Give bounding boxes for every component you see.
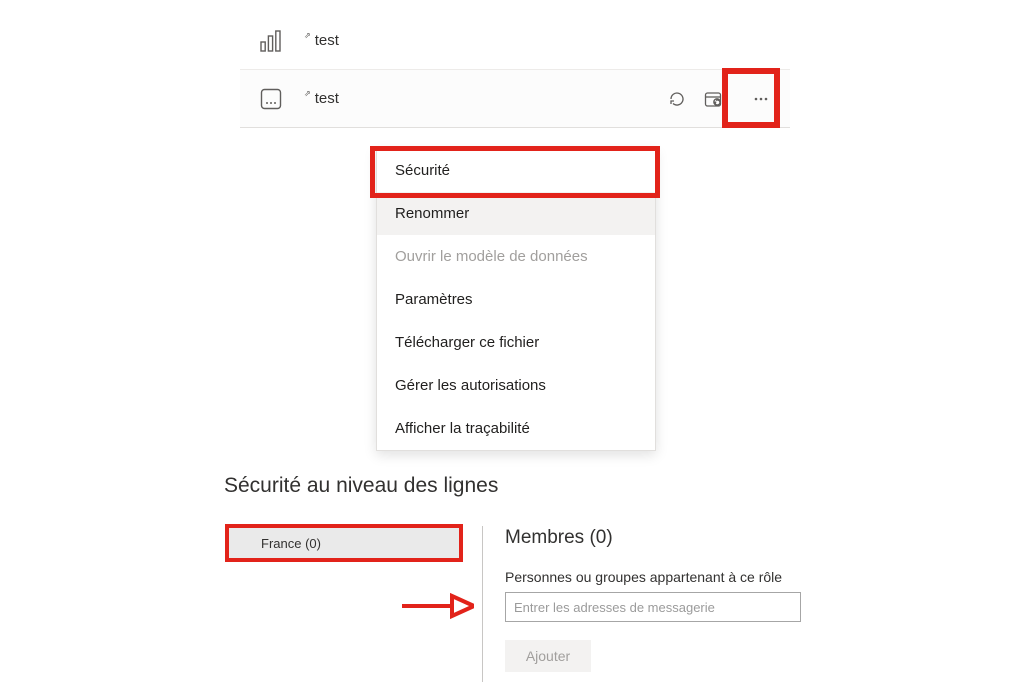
members-heading: Membres (0) <box>505 527 613 549</box>
menu-item-rename[interactable]: Renommer <box>377 192 655 235</box>
shared-icon: ⇗ <box>304 31 311 40</box>
dataset-icon <box>260 88 304 110</box>
add-button-label: Ajouter <box>526 648 570 664</box>
members-email-input[interactable] <box>505 592 801 622</box>
menu-item-security[interactable]: Sécurité <box>377 149 655 192</box>
rls-heading: Sécurité au niveau des lignes <box>224 474 498 498</box>
role-label: France (0) <box>261 536 321 551</box>
menu-label: Afficher la traçabilité <box>395 420 530 437</box>
annotation-arrow <box>400 592 474 620</box>
members-subheading: Personnes ou groupes appartenant à ce rô… <box>505 569 782 585</box>
dataset-name-cell: ⇗ test <box>304 32 770 49</box>
add-button: Ajouter <box>505 640 591 672</box>
refresh-icon[interactable] <box>668 90 686 108</box>
shared-icon: ⇗ <box>304 89 311 98</box>
context-menu: Sécurité Renommer Ouvrir le modèle de do… <box>376 148 656 451</box>
dataset-row[interactable]: ⇗ test <box>240 70 790 128</box>
menu-label: Renommer <box>395 205 469 222</box>
menu-item-settings[interactable]: Paramètres <box>377 278 655 321</box>
dataset-name-cell: ⇗ test <box>304 90 668 107</box>
report-icon <box>260 30 304 52</box>
dataset-name: test <box>315 32 339 49</box>
menu-label: Paramètres <box>395 291 473 308</box>
dataset-list: ⇗ test ⇗ test <box>240 12 790 128</box>
menu-item-download[interactable]: Télécharger ce fichier <box>377 321 655 364</box>
dataset-name: test <box>315 90 339 107</box>
menu-item-open-model: Ouvrir le modèle de données <box>377 235 655 278</box>
role-france[interactable]: France (0) <box>225 524 463 562</box>
menu-label: Ouvrir le modèle de données <box>395 248 588 265</box>
menu-label: Sécurité <box>395 162 450 179</box>
annotation-highlight-ellipsis <box>722 68 780 128</box>
menu-label: Télécharger ce fichier <box>395 334 539 351</box>
dataset-row[interactable]: ⇗ test <box>240 12 790 70</box>
schedule-refresh-icon[interactable] <box>704 90 722 108</box>
panel-divider <box>482 526 483 682</box>
menu-item-lineage[interactable]: Afficher la traçabilité <box>377 407 655 450</box>
menu-label: Gérer les autorisations <box>395 377 546 394</box>
menu-item-manage-permissions[interactable]: Gérer les autorisations <box>377 364 655 407</box>
